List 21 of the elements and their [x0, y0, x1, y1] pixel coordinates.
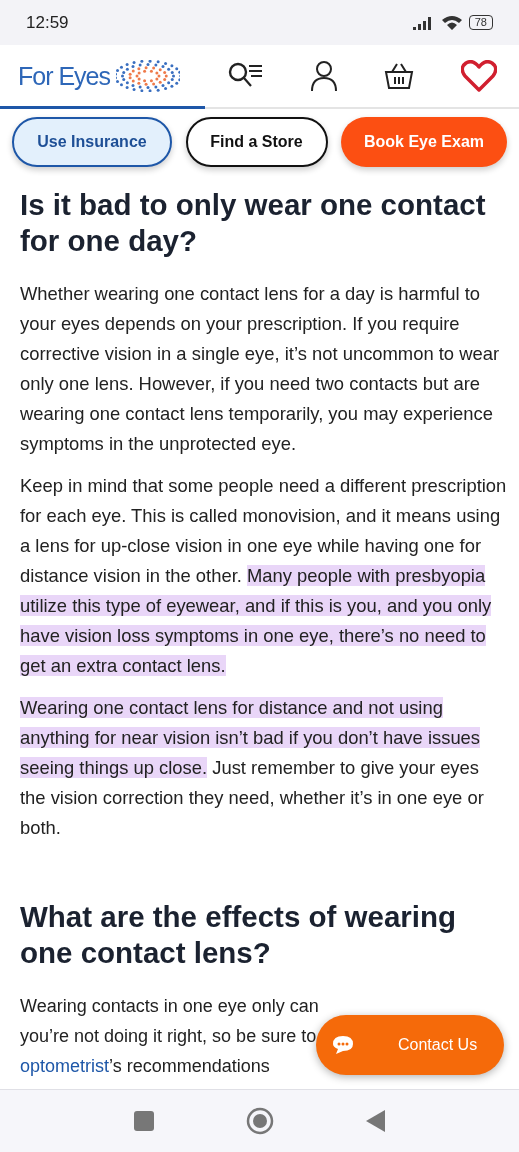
- section-heading: What are the effects of wearing one contact lens?: [20, 899, 458, 971]
- battery-icon: 78: [468, 15, 493, 30]
- paragraph-line: you’re not doing it right, so be sure to: [20, 1025, 317, 1048]
- heart-icon[interactable]: [460, 60, 497, 92]
- basket-icon[interactable]: [384, 62, 415, 90]
- back-icon[interactable]: [365, 1110, 386, 1132]
- optometrist-link[interactable]: optometrist: [20, 1056, 110, 1076]
- action-button[interactable]: Find a Store: [185, 117, 328, 167]
- action-button[interactable]: Use Insurance: [12, 117, 172, 167]
- clock: 12:59: [26, 12, 69, 33]
- paragraph-line: Wearing contacts in one eye only can: [20, 995, 319, 1018]
- user-icon[interactable]: [309, 60, 338, 92]
- home-icon[interactable]: [245, 1107, 274, 1135]
- eye-dots-icon[interactable]: [116, 60, 181, 92]
- logo-text[interactable]: For Eyes: [18, 61, 111, 91]
- chat-bubble-icon: [332, 1035, 354, 1055]
- recents-icon[interactable]: [133, 1111, 154, 1131]
- section-heading: Is it bad to only wear one contact for one day?: [20, 187, 487, 259]
- paragraph: Whether wearing one contact lens for a day is harmful to your eyes depends on your prescription. If you require corrective vision in a single eye, it’s not uncommon to wear only one lens. However, if you need two contacts but are wearing one contact lens temporarily, you may experience symptoms in the unprotected eye.: [20, 282, 501, 456]
- paragraph-line: ’s recommendations: [109, 1056, 270, 1076]
- wifi-icon: [440, 14, 463, 31]
